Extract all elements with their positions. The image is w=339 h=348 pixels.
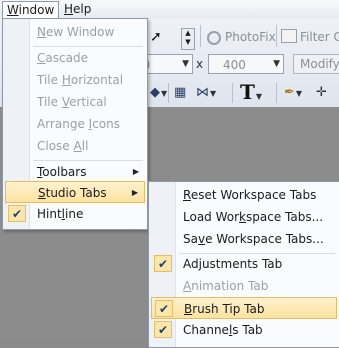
chevron-down-icon[interactable]: ▼ <box>273 56 280 72</box>
menu-item-adjustments-tab[interactable]: ✔ Adjustments Tab <box>151 253 337 275</box>
pen-tool-icon[interactable]: ✒▼ <box>284 83 302 103</box>
toolbar-separator <box>200 25 201 47</box>
check-icon: ✔ <box>155 300 173 317</box>
menu-item-tile-horizontal[interactable]: Tile Horizontal <box>5 69 145 91</box>
shape-tool-icon[interactable]: ◆▼ <box>150 83 167 103</box>
menu-bar: Window Help <box>0 0 339 20</box>
modify-button[interactable]: Modify <box>293 54 339 74</box>
menu-help-accel: H <box>64 2 74 16</box>
menu-window-label: indow <box>18 3 55 17</box>
menu-window-accel: W <box>7 3 19 17</box>
menu-item-cascade[interactable]: Cascade <box>5 47 145 69</box>
menu-item-load-workspace-tabs[interactable]: Load Workspace Tabs... <box>151 206 337 228</box>
menu-item-label: Adjustments Tab <box>183 257 283 271</box>
chevron-down-icon[interactable]: ▼ <box>182 56 189 72</box>
menu-item-label: Save Workspace Tabs... <box>183 232 324 246</box>
menu-item-label: Load Workspace Tabs... <box>183 210 324 224</box>
picture-tube-icon[interactable]: ⋈▼ <box>196 83 216 103</box>
menu-item-new-window[interactable]: New Window <box>5 21 145 43</box>
toolbar-separator <box>276 25 277 47</box>
photofix-label: PhotoFix <box>225 30 276 44</box>
height-value: 400 <box>223 58 246 72</box>
menu-item-toolbars[interactable]: Toolbars ▶ <box>5 161 145 183</box>
studio-tabs-submenu: Reset Workspace Tabs Load Workspace Tabs… <box>148 181 339 348</box>
menu-item-label: Tile Horizontal <box>37 73 124 87</box>
menu-item-label: New Window <box>37 25 115 39</box>
modify-label: Modify <box>300 57 339 71</box>
menu-help[interactable]: Help <box>60 1 95 18</box>
menu-item-studio-tabs[interactable]: Studio Tabs ▶ <box>5 181 145 203</box>
menu-item-label: Studio Tabs <box>38 186 107 200</box>
pointer-tool-icon[interactable]: ➚ <box>150 29 162 45</box>
text-tool-icon[interactable]: T▼ <box>240 81 262 103</box>
menu-item-reset-workspace-tabs[interactable]: Reset Workspace Tabs <box>151 184 337 206</box>
submenu-arrow-icon: ▶ <box>132 167 139 176</box>
toolbar-separator <box>276 83 277 103</box>
menu-help-label: elp <box>73 2 92 16</box>
menu-item-arrange-icons[interactable]: Arrange Icons <box>5 113 145 135</box>
dimension-separator-label: x <box>196 57 204 71</box>
menu-item-hintline[interactable]: ✔ Hintline <box>5 203 145 225</box>
menu-item-label: Reset Workspace Tabs <box>183 188 317 202</box>
menu-item-save-workspace-tabs[interactable]: Save Workspace Tabs... <box>151 228 337 250</box>
menu-item-label: Cascade <box>37 51 88 65</box>
toolbar-separator <box>232 83 233 103</box>
photofix-icon <box>207 31 221 45</box>
move-tool-icon[interactable]: ✛ <box>316 83 327 103</box>
photofix-button[interactable]: PhotoFix <box>207 28 276 46</box>
check-icon: ✔ <box>154 255 172 272</box>
menu-item-label: Brush Tip Tab <box>184 302 265 316</box>
tool-dropdown-button[interactable]: ▲ ▼ <box>181 28 195 50</box>
toolbar-separator <box>168 83 169 103</box>
filter-gallery-icon <box>281 29 297 43</box>
menu-item-label: Arrange Icons <box>37 117 120 131</box>
menu-item-brush-tip-tab[interactable]: ✔ Brush Tip Tab <box>151 297 337 319</box>
filter-gallery-label: Filter G <box>300 30 339 44</box>
menu-item-channels-tab[interactable]: ✔ Channels Tab <box>151 319 337 341</box>
menu-item-label: Hintline <box>37 207 84 221</box>
menu-item-label: Toolbars <box>37 165 87 179</box>
menu-item-close-all[interactable]: Close All <box>5 135 145 157</box>
height-field[interactable]: 400 ▼ <box>208 54 284 74</box>
menu-item-label: Close All <box>37 139 89 153</box>
mesh-warp-icon[interactable]: ▦ <box>174 83 186 103</box>
filter-gallery-button[interactable]: Filter G <box>281 28 339 46</box>
menu-item-label: Animation Tab <box>183 279 269 293</box>
menu-item-label: Tile Vertical <box>37 95 107 109</box>
menu-item-animation-tab[interactable]: Animation Tab <box>151 275 337 297</box>
menu-item-label: Channels Tab <box>183 323 263 337</box>
window-menu: New Window Cascade Tile Horizontal Tile … <box>2 18 148 230</box>
menu-item-tile-vertical[interactable]: Tile Vertical <box>5 91 145 113</box>
submenu-arrow-icon: ▶ <box>131 188 138 197</box>
check-icon: ✔ <box>154 321 172 338</box>
check-icon: ✔ <box>8 205 26 222</box>
